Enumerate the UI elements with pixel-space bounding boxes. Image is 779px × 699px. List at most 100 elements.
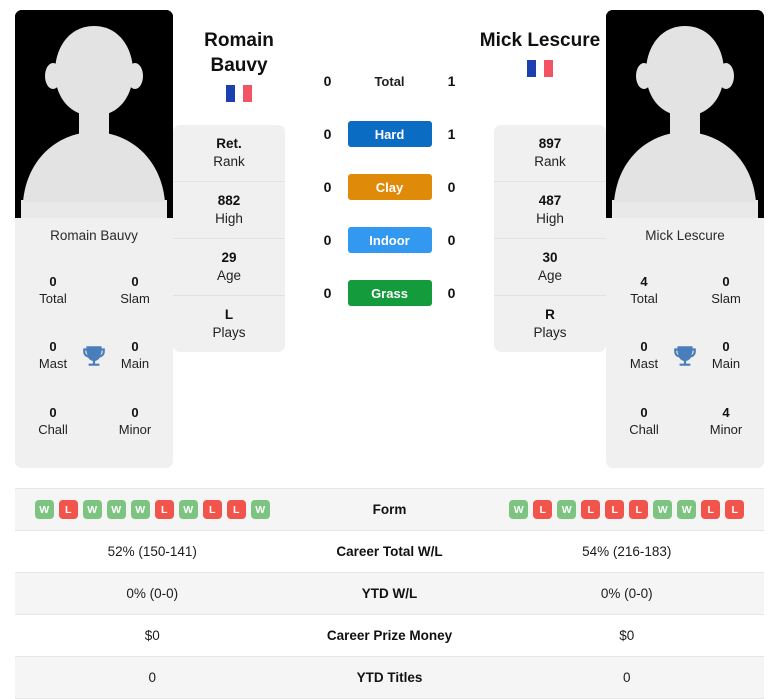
- form-badge-win: W: [178, 500, 198, 519]
- title-stat-label: Mast: [38, 356, 68, 372]
- titles-row: 0 Total 0 Slam: [21, 273, 167, 307]
- stat-label: Age: [537, 268, 563, 283]
- stat-label: Rank: [213, 154, 245, 169]
- h2h-right-score: 0: [447, 232, 456, 248]
- title-stat-value: 0: [640, 405, 648, 421]
- left-career-total-wl: 52% (150-141): [107, 544, 197, 559]
- form-badge-win: W: [677, 500, 697, 519]
- form-badge-win: W: [250, 500, 270, 519]
- right-titles-card: Mick Lescure 4 Total 0 Slam 0 Mast 0 Mai…: [606, 218, 764, 468]
- h2h-left-score: 0: [323, 232, 332, 248]
- right-titles-grid: 4 Total 0 Slam 0 Mast 0 Main 0 Chall 4 M…: [612, 257, 758, 454]
- left-titles-card: Romain Bauvy 0 Total 0 Slam 0 Mast 0 Mai…: [15, 218, 173, 468]
- h2h-left-score: 0: [323, 126, 332, 142]
- title-stat-mast: 0 Mast: [27, 338, 79, 372]
- title-stat-label: Minor: [709, 422, 743, 438]
- stat-label: Rank: [534, 154, 566, 169]
- h2h-surface-indoor[interactable]: Indoor: [347, 227, 432, 253]
- form-badge-loss: L: [202, 500, 222, 519]
- title-stat-label: Main: [120, 356, 150, 372]
- titles-row: 0 Mast 0 Main: [21, 338, 167, 372]
- h2h-row-grass: 0 Grass 0: [285, 280, 494, 306]
- right-ytd-titles: 0: [622, 670, 631, 685]
- left-ytd-titles: 0: [148, 670, 156, 685]
- stat-label: High: [536, 211, 564, 226]
- table-row-career-prize-money: $0 Career Prize Money $0: [15, 615, 764, 657]
- form-badge-loss: L: [154, 500, 174, 519]
- stat-value: 487: [538, 193, 562, 208]
- form-badge-loss: L: [58, 500, 78, 519]
- title-stat-value: 0: [49, 405, 57, 421]
- h2h-surface-clay[interactable]: Clay: [347, 174, 432, 200]
- title-stat-value: 0: [722, 273, 730, 289]
- titles-row: 0 Chall 0 Minor: [21, 404, 167, 438]
- left-career-prize-money: $0: [144, 628, 160, 643]
- head-to-head-column: 0 Total 1 0 Hard 1 0 Clay 0 0 Indoor 0 0…: [285, 10, 494, 306]
- h2h-right-score: 0: [447, 285, 456, 301]
- row-label-ytd-titles: YTD Titles: [356, 670, 423, 685]
- form-badge-win: W: [130, 500, 150, 519]
- title-stat-value: 0: [131, 273, 139, 289]
- right-stat-high: 487 High: [494, 182, 606, 239]
- h2h-right-score: 0: [447, 179, 456, 195]
- stat-label: Plays: [212, 325, 246, 340]
- left-stat-age: 29 Age: [173, 239, 285, 296]
- h2h-left-score: 0: [323, 179, 332, 195]
- stat-value: Ret.: [216, 136, 242, 151]
- stat-label: Age: [216, 268, 242, 283]
- row-label-career-total-wl: Career Total W/L: [336, 544, 443, 559]
- left-stat-rank: Ret. Rank: [173, 125, 285, 182]
- table-row-ytd-wl: 0% (0-0) YTD W/L 0% (0-0): [15, 573, 764, 615]
- h2h-right-score: 1: [447, 126, 456, 142]
- title-stat-label: Slam: [711, 290, 741, 306]
- form-badge-loss: L: [533, 500, 553, 519]
- row-label-career-prize-money: Career Prize Money: [326, 628, 453, 643]
- stat-label: High: [215, 211, 243, 226]
- table-row-career-total-wl: 52% (150-141) Career Total W/L 54% (216-…: [15, 531, 764, 573]
- right-ytd-wl: 0% (0-0): [600, 586, 653, 601]
- title-stat-label: Chall: [38, 422, 68, 438]
- stat-value: R: [545, 307, 555, 322]
- title-stat-total: 0 Total: [27, 273, 79, 307]
- comparison-table: WLWWWLWLLW Form WLWLLLWWLL 52% (150-141)…: [15, 488, 764, 699]
- right-career-prize-money: $0: [619, 628, 635, 643]
- h2h-left-score: 0: [323, 285, 332, 301]
- h2h-row-total: 0 Total 1: [285, 68, 494, 94]
- title-stat-value: 0: [722, 339, 730, 355]
- title-stat-label: Chall: [629, 422, 659, 438]
- h2h-row-clay: 0 Clay 0: [285, 174, 494, 200]
- left-titles-grid: 0 Total 0 Slam 0 Mast 0 Main 0 Chall 0 M…: [21, 257, 167, 454]
- title-stat-chall: 0 Chall: [27, 404, 79, 438]
- left-player-column: Romain Bauvy 0 Total 0 Slam 0 Mast 0 Mai…: [15, 10, 173, 468]
- row-label-ytd-wl: YTD W/L: [361, 586, 418, 601]
- title-stat-main: 0 Main: [700, 338, 752, 372]
- form-badge-win: W: [34, 500, 54, 519]
- title-stat-value: 0: [640, 339, 648, 355]
- right-stat-rank: 897 Rank: [494, 125, 606, 182]
- right-form-badges: WLWLLLWWLL: [490, 500, 765, 519]
- title-stat-minor: 4 Minor: [700, 404, 752, 438]
- stat-value: L: [224, 307, 234, 322]
- h2h-surface-grass[interactable]: Grass: [347, 280, 432, 306]
- h2h-label-total: Total: [374, 73, 405, 89]
- titles-row: 4 Total 0 Slam: [612, 273, 758, 307]
- form-badge-win: W: [653, 500, 673, 519]
- form-badge-win: W: [509, 500, 529, 519]
- right-player-column: Mick Lescure 4 Total 0 Slam 0 Mast 0 Mai…: [606, 10, 764, 468]
- title-stat-value: 4: [640, 273, 648, 289]
- h2h-surface-hard[interactable]: Hard: [347, 121, 432, 147]
- stat-value: 29: [221, 250, 237, 265]
- title-stat-label: Main: [711, 356, 741, 372]
- titles-row: 0 Chall 4 Minor: [612, 404, 758, 438]
- title-stat-value: 0: [49, 339, 57, 355]
- form-badge-loss: L: [725, 500, 745, 519]
- title-stat-main: 0 Main: [109, 338, 161, 372]
- stat-value: 30: [542, 250, 558, 265]
- title-stat-label: Minor: [118, 422, 152, 438]
- form-badge-loss: L: [226, 500, 246, 519]
- title-stat-minor: 0 Minor: [109, 404, 161, 438]
- title-stat-label: Total: [630, 290, 658, 306]
- title-stat-label: Slam: [120, 290, 150, 306]
- right-player-photo: [606, 10, 764, 218]
- titles-row: 0 Mast 0 Main: [612, 338, 758, 372]
